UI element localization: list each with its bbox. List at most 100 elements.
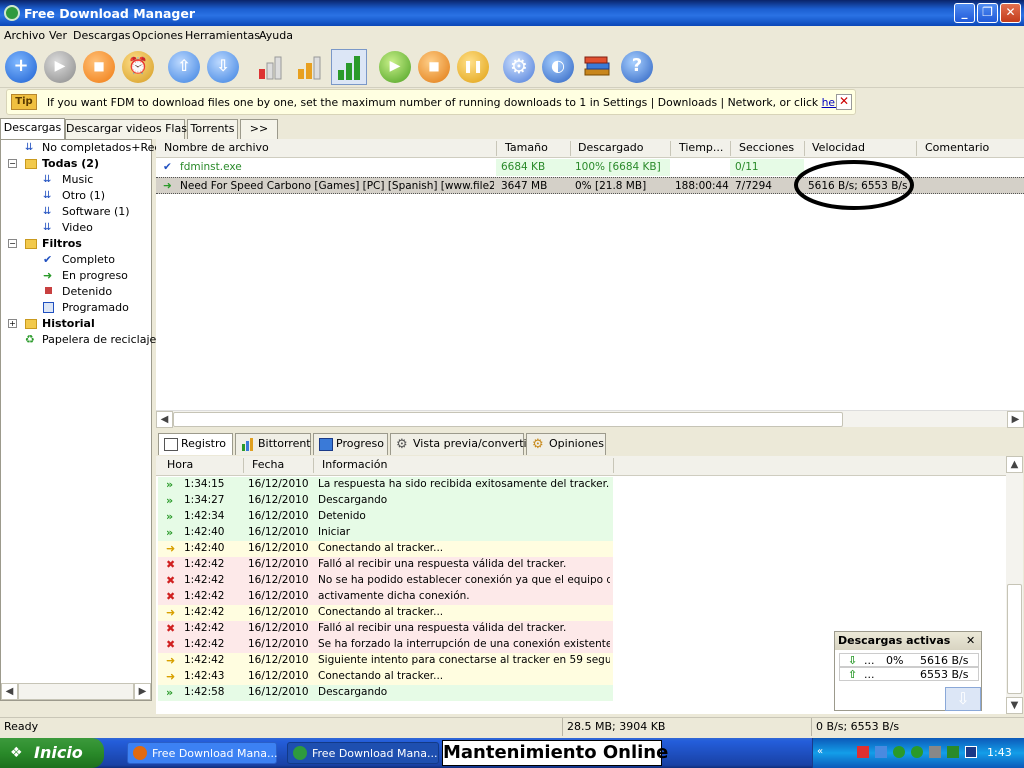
tray-volume-icon[interactable] (929, 746, 941, 758)
tray-security-icon[interactable] (947, 746, 959, 758)
move-up-button[interactable]: ⇧ (168, 51, 200, 83)
tree-item-in-progress[interactable]: En progreso (62, 269, 128, 282)
scheduler-icon[interactable]: ⏰ (122, 51, 154, 83)
popup-row[interactable]: ⇧ ... 6553 B/s (839, 667, 979, 681)
log-row[interactable]: ➜ 1:42:43 16/12/2010 Conectando al tracker.… (158, 669, 613, 685)
tree-item-other[interactable]: Otro (1) (62, 189, 105, 202)
scrollbar-thumb[interactable] (1007, 584, 1022, 694)
column-speed[interactable]: Velocidad (812, 141, 865, 154)
tray-clock[interactable]: 1:43 (987, 746, 1012, 759)
maximize-button[interactable]: ❐ (977, 3, 998, 23)
close-button[interactable]: ✕ (1000, 3, 1021, 23)
tree-item-stopped[interactable]: Detenido (62, 285, 112, 298)
tree-item-music[interactable]: Music (62, 173, 93, 186)
menu-descargas[interactable]: Descargas (73, 29, 131, 42)
tree-item-video[interactable]: Video (62, 221, 93, 234)
column-time[interactable]: Tiemp... (679, 141, 723, 154)
collapse-toggle[interactable]: − (8, 159, 17, 168)
column-filename[interactable]: Nombre de archivo (164, 141, 269, 154)
log-row[interactable]: ➜ 1:42:42 16/12/2010 Conectando al tracker.… (158, 605, 613, 621)
log-row[interactable]: ✖ 1:42:42 16/12/2010 Falló al recibir una r… (158, 621, 613, 637)
tray-fdm-icon[interactable] (893, 746, 905, 758)
tab-preview[interactable]: ⚙ Vista previa/convertir (390, 433, 531, 455)
settings-gear-icon[interactable]: ⚙ (503, 51, 535, 83)
log-row[interactable]: » 1:42:40 16/12/2010 Iniciar (158, 525, 613, 541)
scroll-right-button[interactable]: ▶ (1007, 411, 1024, 428)
tree-item-recycle-bin[interactable]: Papelera de reciclaje (42, 333, 156, 346)
log-row[interactable]: ➜ 1:42:40 16/12/2010 Conectando al tracker.… (158, 541, 613, 557)
tree-item-software[interactable]: Software (1) (62, 205, 130, 218)
stop-button[interactable]: ■ (83, 51, 115, 83)
column-downloaded[interactable]: Descargado (578, 141, 644, 154)
tip-close-button[interactable]: ✕ (836, 94, 852, 110)
menu-opciones[interactable]: Opciones (132, 29, 183, 42)
downloads-hscroll[interactable]: ◀ ▶ (156, 410, 1024, 428)
tab-flash-videos[interactable]: Descargar videos Flash (65, 119, 194, 139)
log-row[interactable]: » 1:42:58 16/12/2010 Descargando (158, 685, 613, 701)
speed-low-icon[interactable] (255, 51, 287, 83)
column-size[interactable]: Tamaño (505, 141, 548, 154)
menu-archivo[interactable]: Archivo (4, 29, 45, 42)
log-row[interactable]: ✖ 1:42:42 16/12/2010 Falló al recibir una r… (158, 557, 613, 573)
books-icon[interactable] (581, 51, 613, 83)
speed-medium-icon[interactable] (294, 51, 326, 83)
log-row[interactable]: » 1:34:27 16/12/2010 Descargando (158, 493, 613, 509)
tree-item-complete[interactable]: Completo (62, 253, 115, 266)
column-sections[interactable]: Secciones (739, 141, 794, 154)
popup-collapse-arrow-icon[interactable]: ⇩ (945, 687, 981, 711)
minimize-button[interactable]: _ (954, 3, 975, 23)
tray-expand-icon[interactable]: « (817, 746, 823, 757)
start-button[interactable]: ▶ (44, 51, 76, 83)
column-informacion[interactable]: Información (322, 458, 387, 471)
menu-herramientas[interactable]: Herramientas (185, 29, 260, 42)
tab-torrents[interactable]: Torrents (187, 119, 238, 139)
tray-network-icon[interactable] (875, 746, 887, 758)
tab-more[interactable]: >> (240, 119, 278, 139)
log-row[interactable]: ✖ 1:42:42 16/12/2010 No se ha podido establ… (158, 573, 613, 589)
tab-log[interactable]: Registro (158, 433, 233, 455)
tray-app-icon[interactable] (857, 746, 869, 758)
tab-bittorrent[interactable]: Bittorrent (235, 433, 311, 455)
log-row[interactable]: » 1:42:34 16/12/2010 Detenido (158, 509, 613, 525)
tray-update-icon[interactable] (911, 746, 923, 758)
tree-item-filters[interactable]: Filtros (42, 237, 82, 250)
scroll-down-button[interactable]: ▼ (1006, 697, 1023, 714)
scroll-up-button[interactable]: ▲ (1006, 456, 1023, 473)
column-hora[interactable]: Hora (167, 458, 193, 471)
horizontal-scrollbar[interactable] (18, 683, 134, 700)
menu-ayuda[interactable]: Ayuda (259, 29, 293, 42)
start-button[interactable]: ❖ Inicio (0, 738, 104, 768)
help-button[interactable]: ? (621, 51, 653, 83)
scroll-left-button[interactable]: ◀ (1, 683, 18, 700)
tab-opinions[interactable]: ⚙ Opiniones (526, 433, 606, 455)
log-vscroll[interactable]: ▲ ▼ (1006, 456, 1023, 714)
log-row[interactable]: ✖ 1:42:42 16/12/2010 activamente dicha cone… (158, 589, 613, 605)
pause-all-button[interactable]: ❚❚ (457, 51, 489, 83)
popup-close-button[interactable]: ✕ (966, 634, 975, 647)
column-comment[interactable]: Comentario (925, 141, 989, 154)
popup-row[interactable]: ⇩ ... 0% 5616 B/s (839, 653, 979, 667)
move-down-button[interactable]: ⇩ (207, 51, 239, 83)
tree-item-history[interactable]: Historial (42, 317, 95, 330)
site-manager-icon[interactable]: ◐ (542, 51, 574, 83)
speed-high-icon[interactable] (331, 49, 367, 85)
stop-all-button[interactable]: ■ (418, 51, 450, 83)
tab-progress[interactable]: Progreso (313, 433, 388, 455)
log-row[interactable]: ✖ 1:42:42 16/12/2010 Se ha forzado la inter… (158, 637, 613, 653)
taskbar-item[interactable]: Free Download Mana... (127, 742, 277, 764)
scrollbar-thumb[interactable] (173, 412, 843, 427)
add-download-button[interactable]: + (5, 51, 37, 83)
expand-toggle[interactable]: + (8, 319, 17, 328)
tree-item-all[interactable]: Todas (2) (42, 157, 99, 170)
log-row[interactable]: » 1:34:15 16/12/2010 La respuesta ha sido r… (158, 477, 613, 493)
tree-item-incomplete[interactable]: No completados+Recie (42, 141, 170, 154)
menu-ver[interactable]: Ver (49, 29, 67, 42)
scroll-right-button[interactable]: ▶ (134, 683, 151, 700)
scroll-left-button[interactable]: ◀ (156, 411, 173, 428)
tree-item-scheduled[interactable]: Programado (62, 301, 129, 314)
start-all-button[interactable]: ▶ (379, 51, 411, 83)
column-fecha[interactable]: Fecha (252, 458, 284, 471)
taskbar-item-active[interactable]: Free Download Mana... (287, 742, 439, 764)
collapse-toggle[interactable]: − (8, 239, 17, 248)
tray-monitor-icon[interactable] (965, 746, 977, 758)
